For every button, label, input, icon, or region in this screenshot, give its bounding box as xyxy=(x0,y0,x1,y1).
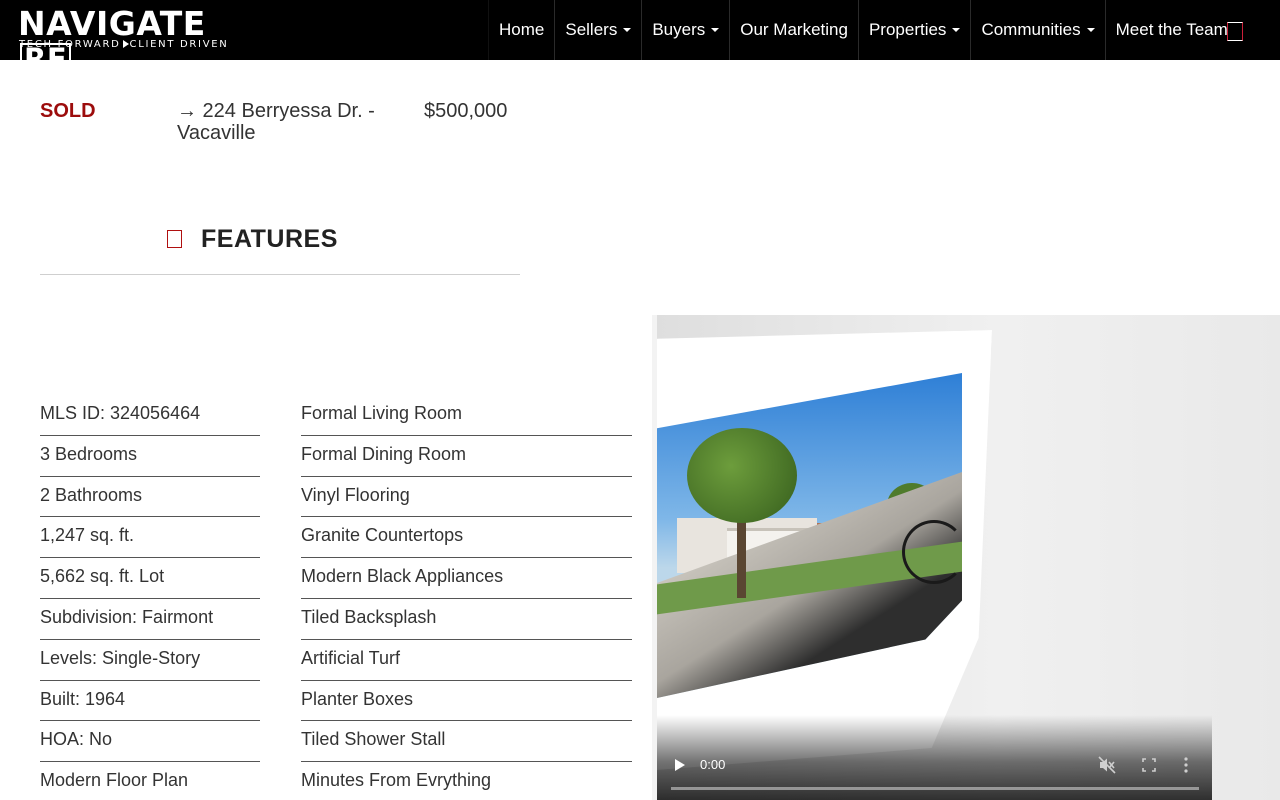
caret-down-icon xyxy=(711,28,720,32)
nav-item-properties[interactable]: Properties xyxy=(857,0,970,60)
list-icon xyxy=(167,230,182,248)
feature-item: Granite Countertops xyxy=(301,517,632,559)
nav-item-label: Properties xyxy=(868,20,947,39)
nav-item-our-marketing[interactable]: Our Marketing xyxy=(729,0,858,60)
video-controls: 0:00 xyxy=(657,715,1212,800)
feature-item: Planter Boxes xyxy=(301,681,632,722)
fullscreen-icon[interactable] xyxy=(1141,757,1157,773)
feature-item: 5,662 sq. ft. Lot xyxy=(40,558,260,599)
top-navbar: NAVIGATERE TECH FORWARD CLIENT DRIVEN Hom… xyxy=(0,0,1280,75)
features-heading: FEATURES xyxy=(201,225,338,253)
features-list-right: Formal Living Room Formal Dining Room Viny… xyxy=(301,395,632,800)
nav-item-label: Sellers xyxy=(565,20,618,39)
nav-item-label: Home xyxy=(499,20,545,39)
nav-item-sellers[interactable]: Sellers xyxy=(554,0,641,60)
nav-item-home[interactable]: Home xyxy=(488,0,554,60)
nav-item-label: Meet the Team xyxy=(1115,20,1228,39)
phone-icon[interactable] xyxy=(1227,22,1243,41)
feature-item: Levels: Single-Story xyxy=(40,640,260,681)
feature-item: MLS ID: 324056464 xyxy=(40,395,260,436)
feature-item: Built: 1964 xyxy=(40,681,260,722)
feature-item: Minutes From Evrything xyxy=(301,770,492,791)
feature-item: Subdivision: Fairmont xyxy=(40,599,260,640)
feature-item: Modern Black Appliances xyxy=(301,558,632,599)
feature-item: Vinyl Flooring xyxy=(301,477,632,518)
feature-item: HOA: No xyxy=(40,721,260,763)
play-triangle-icon xyxy=(122,40,129,48)
nav-item-communities[interactable]: Communities xyxy=(970,0,1104,60)
feature-item: Formal Dining Room xyxy=(301,436,632,477)
video-current-time: 0:00 xyxy=(700,757,726,772)
feature-item: Tiled Backsplash xyxy=(301,599,632,640)
nav-item-label: Communities xyxy=(981,20,1081,39)
more-options-icon[interactable] xyxy=(1183,756,1189,774)
loading-spinner xyxy=(902,520,966,584)
main-nav: Home Sellers Buyers Our Marketing Properties… xyxy=(488,0,1238,60)
logo-tagline: TECH FORWARD CLIENT DRIVEN xyxy=(19,39,229,50)
play-icon[interactable] xyxy=(675,759,685,771)
feature-item: Artificial Turf xyxy=(301,640,632,681)
nav-item-meet-the-team[interactable]: Meet the Team xyxy=(1104,0,1238,60)
caret-down-icon xyxy=(1086,28,1095,32)
features-divider xyxy=(40,274,520,275)
mute-icon[interactable] xyxy=(1098,756,1116,774)
listing-address-link[interactable]: → 224 Berryessa Dr. - Vacaville xyxy=(177,100,407,144)
video-progress-bar[interactable] xyxy=(671,787,1199,790)
feature-item: 2 Bathrooms xyxy=(40,477,260,518)
feature-item: 1,247 sq. ft. xyxy=(40,517,260,559)
feature-item: Modern Floor Plan xyxy=(40,770,189,791)
caret-down-icon xyxy=(952,28,961,32)
feature-item: Formal Living Room xyxy=(301,395,632,436)
feature-item: 3 Bedrooms xyxy=(40,436,260,477)
nav-item-buyers[interactable]: Buyers xyxy=(641,0,729,60)
nav-item-label: Our Marketing xyxy=(740,20,848,39)
video-player[interactable]: 0:00 xyxy=(652,315,1280,800)
nav-item-label: Buyers xyxy=(652,20,706,39)
listing-price: $500,000 xyxy=(424,100,508,122)
caret-down-icon xyxy=(623,28,632,32)
features-list-left: MLS ID: 324056464 3 Bedrooms 2 Bathrooms 1,… xyxy=(40,395,260,800)
feature-item: Tiled Shower Stall xyxy=(301,721,632,763)
site-logo[interactable]: NAVIGATERE TECH FORWARD CLIENT DRIVEN xyxy=(18,6,258,75)
listing-status: SOLD xyxy=(40,100,96,122)
